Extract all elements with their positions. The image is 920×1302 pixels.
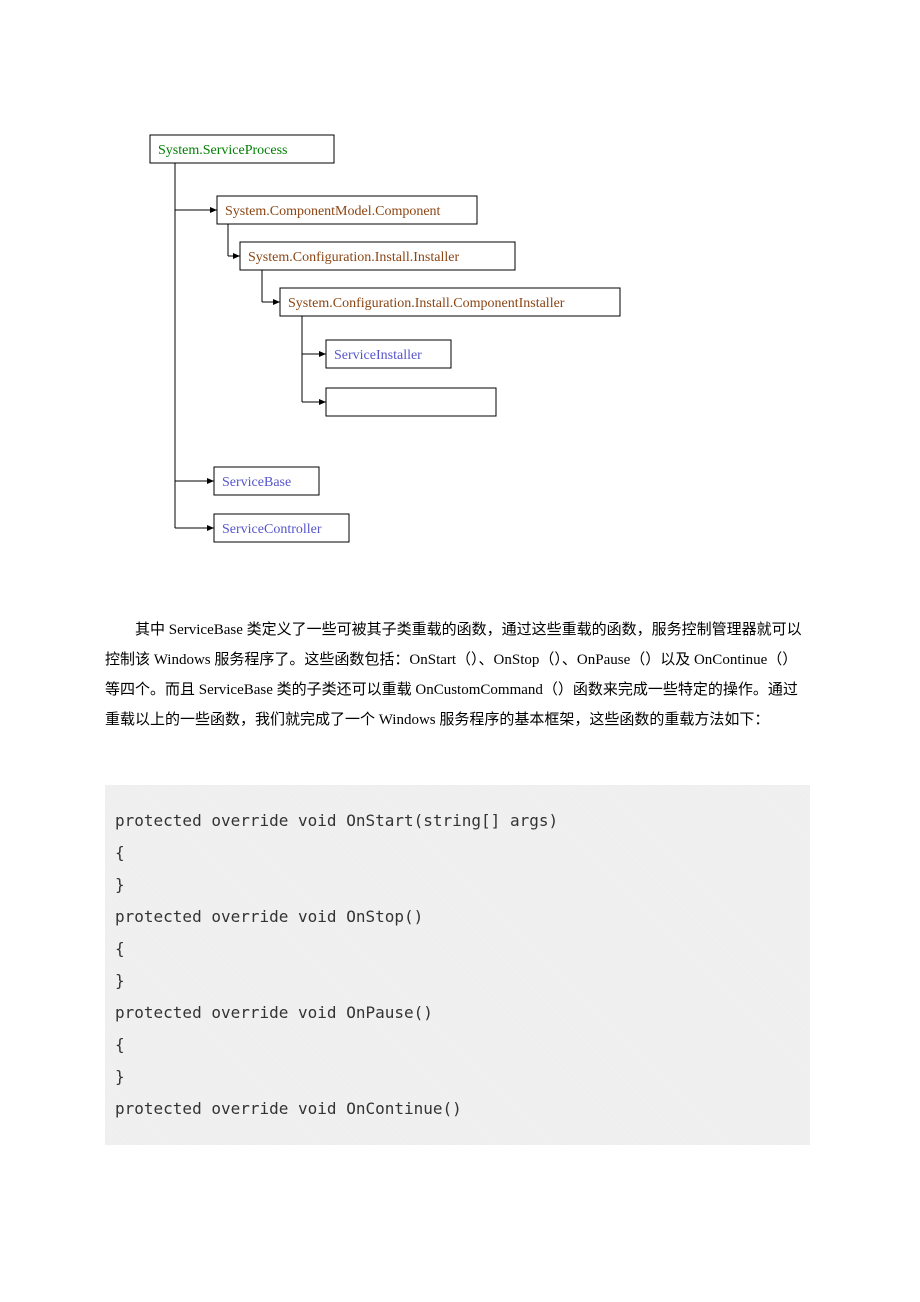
code-line: }	[115, 1061, 800, 1093]
code-line: protected override void OnStart(string[]…	[115, 805, 800, 837]
text-installer: System.Configuration.Install.Installer	[248, 250, 459, 265]
page-content: System.ServiceProcess System.ComponentMo…	[0, 0, 920, 1245]
code-line: {	[115, 837, 800, 869]
text-component-installer: System.Configuration.Install.ComponentIn…	[288, 296, 565, 311]
code-line: {	[115, 1029, 800, 1061]
code-line: }	[115, 965, 800, 997]
text-component: System.ComponentModel.Component	[225, 204, 441, 219]
body-paragraph: 其中 ServiceBase 类定义了一些可被其子类重载的函数，通过这些重载的函…	[105, 615, 810, 735]
code-line: {	[115, 933, 800, 965]
box-service-process-installer	[326, 388, 496, 416]
code-line: }	[115, 869, 800, 901]
code-line: protected override void OnContinue()	[115, 1093, 800, 1125]
code-line: protected override void OnPause()	[115, 997, 800, 1029]
text-service-controller: ServiceController	[222, 522, 322, 537]
text-service-installer: ServiceInstaller	[334, 348, 422, 363]
class-hierarchy-diagram: System.ServiceProcess System.ComponentMo…	[125, 130, 810, 555]
text-root: System.ServiceProcess	[158, 143, 287, 158]
text-service-base: ServiceBase	[222, 475, 291, 490]
code-line: protected override void OnStop()	[115, 901, 800, 933]
code-block: protected override void OnStart(string[]…	[105, 785, 810, 1145]
